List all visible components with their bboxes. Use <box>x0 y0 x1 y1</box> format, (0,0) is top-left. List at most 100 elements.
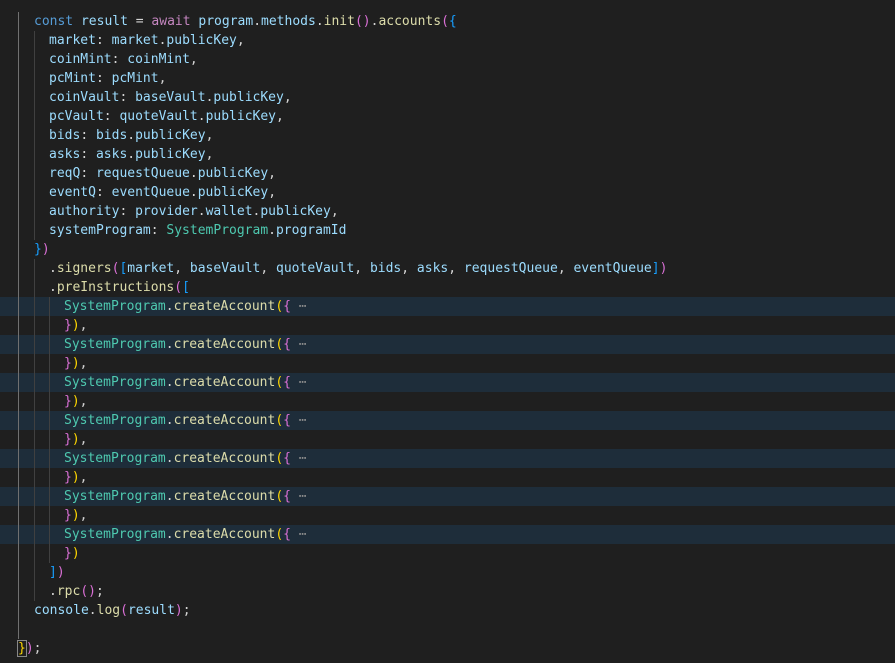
fold-ellipsis-icon[interactable]: ⋯ <box>291 337 307 352</box>
code-line[interactable]: reqQ: requestQueue.publicKey, <box>0 164 895 183</box>
code-token: { <box>283 451 291 466</box>
indent-guide <box>34 50 35 69</box>
code-text: .signers([market, baseVault, quoteVault,… <box>49 259 667 278</box>
code-token: coinMint <box>49 52 112 67</box>
code-text: }) <box>64 544 80 563</box>
folded-code-line[interactable]: SystemProgram.createAccount({ ⋯ <box>0 411 895 430</box>
indent-guide <box>18 601 19 620</box>
code-line[interactable]: }), <box>0 430 895 449</box>
folded-code-line[interactable]: SystemProgram.createAccount({ ⋯ <box>0 525 895 544</box>
indent-guide <box>34 373 35 392</box>
code-line[interactable] <box>0 620 895 639</box>
code-text: SystemProgram.createAccount({ ⋯ <box>64 449 307 468</box>
code-line[interactable]: authority: provider.wallet.publicKey, <box>0 202 895 221</box>
code-text: }), <box>64 316 87 335</box>
code-token: programId <box>275 223 347 238</box>
code-text: const result = await program.methods.ini… <box>34 12 457 31</box>
code-token: publicKey <box>166 33 237 48</box>
indent-guide <box>49 392 50 411</box>
folded-code-line[interactable]: SystemProgram.createAccount({ ⋯ <box>0 487 895 506</box>
fold-ellipsis-icon[interactable]: ⋯ <box>291 299 307 314</box>
code-token: reqQ <box>49 166 81 181</box>
code-token: , <box>448 261 464 276</box>
code-token: . <box>88 603 97 618</box>
fold-ellipsis-icon[interactable]: ⋯ <box>291 489 307 504</box>
code-token: ( <box>441 14 449 29</box>
code-line[interactable]: eventQ: eventQueue.publicKey, <box>0 183 895 202</box>
code-text: pcVault: quoteVault.publicKey, <box>49 107 284 126</box>
indent-guide <box>18 506 19 525</box>
code-token: . <box>253 14 262 29</box>
code-line[interactable]: }), <box>0 506 895 525</box>
fold-ellipsis-icon[interactable]: ⋯ <box>291 451 307 466</box>
code-token: provider <box>135 204 198 219</box>
code-token: { <box>283 375 291 390</box>
code-line[interactable]: coinVault: baseVault.publicKey, <box>0 88 895 107</box>
code-line[interactable]: }), <box>0 392 895 411</box>
fold-ellipsis-icon[interactable]: ⋯ <box>291 375 307 390</box>
code-text: }), <box>64 468 87 487</box>
code-token: . <box>49 280 57 295</box>
code-line[interactable]: systemProgram: SystemProgram.programId <box>0 221 895 240</box>
code-token: } <box>64 432 72 447</box>
code-line[interactable]: console.log(result); <box>0 601 895 620</box>
code-token: ) <box>71 318 80 333</box>
folded-code-line[interactable]: SystemProgram.createAccount({ ⋯ <box>0 449 895 468</box>
code-token: , <box>189 52 198 67</box>
code-token: , <box>174 261 190 276</box>
indent-guide <box>34 411 35 430</box>
code-line[interactable]: .rpc(); <box>0 582 895 601</box>
code-token: : <box>150 223 167 238</box>
code-token: , <box>79 356 88 371</box>
code-token: ) <box>71 508 80 523</box>
code-line[interactable]: }), <box>0 316 895 335</box>
code-line[interactable]: market: market.publicKey, <box>0 31 895 50</box>
code-token: ) <box>71 470 80 485</box>
code-text: market: market.publicKey, <box>49 31 245 50</box>
indent-guide <box>18 563 19 582</box>
code-line[interactable]: coinMint: coinMint, <box>0 50 895 69</box>
code-token: { <box>283 299 291 314</box>
indent-guide <box>49 506 50 525</box>
code-text: console.log(result); <box>34 601 191 620</box>
code-line[interactable]: }), <box>0 354 895 373</box>
code-token: } <box>34 242 42 257</box>
code-text: asks: asks.publicKey, <box>49 145 213 164</box>
code-token: pcMint <box>111 71 159 86</box>
code-token: { <box>448 14 457 29</box>
code-line[interactable]: asks: asks.publicKey, <box>0 145 895 164</box>
code-line[interactable]: const result = await program.methods.ini… <box>0 12 895 31</box>
code-token: wallet <box>205 204 253 219</box>
code-line[interactable]: pcMint: pcMint, <box>0 69 895 88</box>
code-token: SystemProgram <box>64 375 166 390</box>
indent-guide <box>18 12 19 31</box>
indent-guide <box>34 316 35 335</box>
code-token: , <box>79 318 88 333</box>
code-line[interactable]: }) <box>0 544 895 563</box>
fold-ellipsis-icon[interactable]: ⋯ <box>291 527 307 542</box>
code-token: . <box>165 413 174 428</box>
folded-code-line[interactable]: SystemProgram.createAccount({ ⋯ <box>0 297 895 316</box>
folded-code-line[interactable]: SystemProgram.createAccount({ ⋯ <box>0 373 895 392</box>
code-line[interactable]: }); <box>0 639 895 658</box>
code-line[interactable]: ]) <box>0 563 895 582</box>
code-token: } <box>64 470 72 485</box>
code-editor[interactable]: const result = await program.methods.ini… <box>0 0 895 663</box>
indent-guide <box>18 164 19 183</box>
code-line[interactable]: .signers([market, baseVault, quoteVault,… <box>0 259 895 278</box>
code-token: ) <box>71 356 80 371</box>
code-line[interactable]: }) <box>0 240 895 259</box>
code-token: , <box>79 432 88 447</box>
indent-guide <box>18 31 19 50</box>
code-line[interactable]: .preInstructions([ <box>0 278 895 297</box>
code-text: }) <box>34 240 50 259</box>
code-token: log <box>96 603 121 618</box>
code-line[interactable]: bids: bids.publicKey, <box>0 126 895 145</box>
folded-code-line[interactable]: SystemProgram.createAccount({ ⋯ <box>0 335 895 354</box>
code-line[interactable]: pcVault: quoteVault.publicKey, <box>0 107 895 126</box>
code-token: . <box>197 204 206 219</box>
code-line[interactable]: }), <box>0 468 895 487</box>
code-token: signers <box>56 261 112 276</box>
fold-ellipsis-icon[interactable]: ⋯ <box>291 413 307 428</box>
